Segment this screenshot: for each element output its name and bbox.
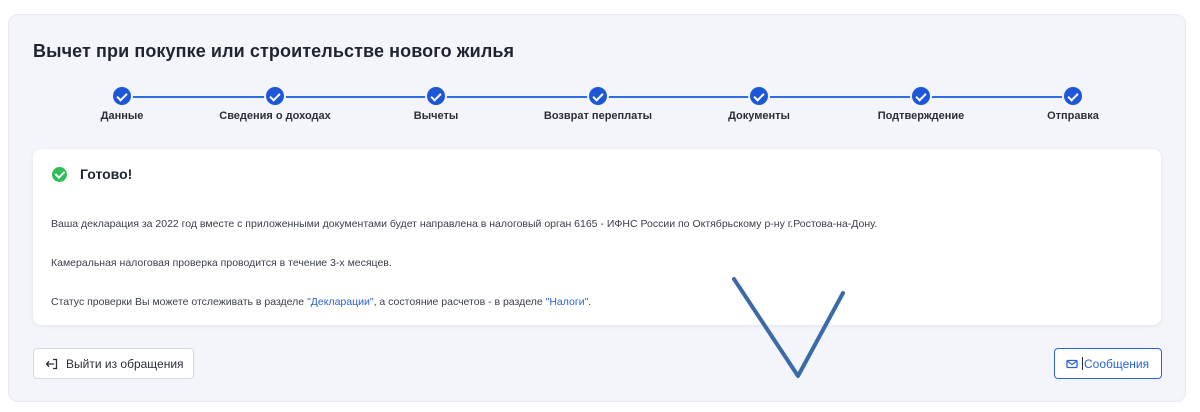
step-label: Вычеты bbox=[413, 110, 459, 122]
step-refund: Возврат переплаты bbox=[518, 87, 678, 122]
result-message-duration: Камеральная налоговая проверка проводитс… bbox=[51, 257, 392, 269]
taxes-link[interactable]: "Налоги" bbox=[546, 296, 589, 308]
result-card: Готово! Ваша декларация за 2022 год вмес… bbox=[33, 149, 1161, 325]
main-panel: Вычет при покупке или строительстве ново… bbox=[8, 14, 1186, 402]
tracking-text: , а состояние расчетов - в разделе bbox=[373, 296, 546, 308]
step-check-icon bbox=[427, 87, 445, 105]
step-label: Возврат переплаты bbox=[543, 110, 653, 122]
step-check-icon bbox=[266, 87, 284, 105]
step-check-icon bbox=[113, 87, 131, 105]
step-documents: Документы bbox=[679, 87, 839, 122]
step-check-icon bbox=[912, 87, 930, 105]
result-title: Готово! bbox=[80, 166, 133, 182]
result-message-tracking: Статус проверки Вы можете отслеживать в … bbox=[51, 296, 591, 308]
step-label: Сведения о доходах bbox=[219, 110, 331, 122]
step-label: Отправка bbox=[1047, 110, 1099, 122]
declarations-link[interactable]: "Декларации" bbox=[307, 296, 374, 308]
exit-icon bbox=[45, 357, 59, 371]
step-confirmation: Подтверждение bbox=[841, 87, 1001, 122]
text-cursor bbox=[1082, 357, 1083, 370]
result-message-destination: Ваша декларация за 2022 год вместе с при… bbox=[51, 218, 878, 230]
mail-icon bbox=[1066, 358, 1078, 370]
result-header: Готово! bbox=[52, 166, 132, 182]
exit-request-button[interactable]: Выйти из обращения bbox=[33, 348, 194, 379]
page-title: Вычет при покупке или строительстве ново… bbox=[33, 41, 515, 61]
step-check-icon bbox=[1064, 87, 1082, 105]
tracking-text: . bbox=[588, 296, 592, 308]
check-circle-icon bbox=[52, 166, 67, 182]
exit-request-label: Выйти из обращения bbox=[66, 356, 184, 371]
messages-button[interactable]: Сообщения bbox=[1054, 348, 1162, 379]
step-label: Подтверждение bbox=[877, 110, 965, 122]
tracking-text: Статус проверки Вы можете отслеживать в … bbox=[51, 296, 308, 308]
progress-stepper: Данные Сведения о доходах Вычеты Возврат… bbox=[9, 87, 1187, 131]
step-label: Документы bbox=[728, 110, 790, 122]
step-data: Данные bbox=[42, 87, 202, 122]
step-label: Данные bbox=[100, 110, 144, 122]
step-income: Сведения о доходах bbox=[195, 87, 355, 122]
step-check-icon bbox=[589, 87, 607, 105]
step-deductions: Вычеты bbox=[356, 87, 516, 122]
step-check-icon bbox=[750, 87, 768, 105]
messages-label: Сообщения bbox=[1084, 356, 1150, 371]
step-submit: Отправка bbox=[993, 87, 1153, 122]
